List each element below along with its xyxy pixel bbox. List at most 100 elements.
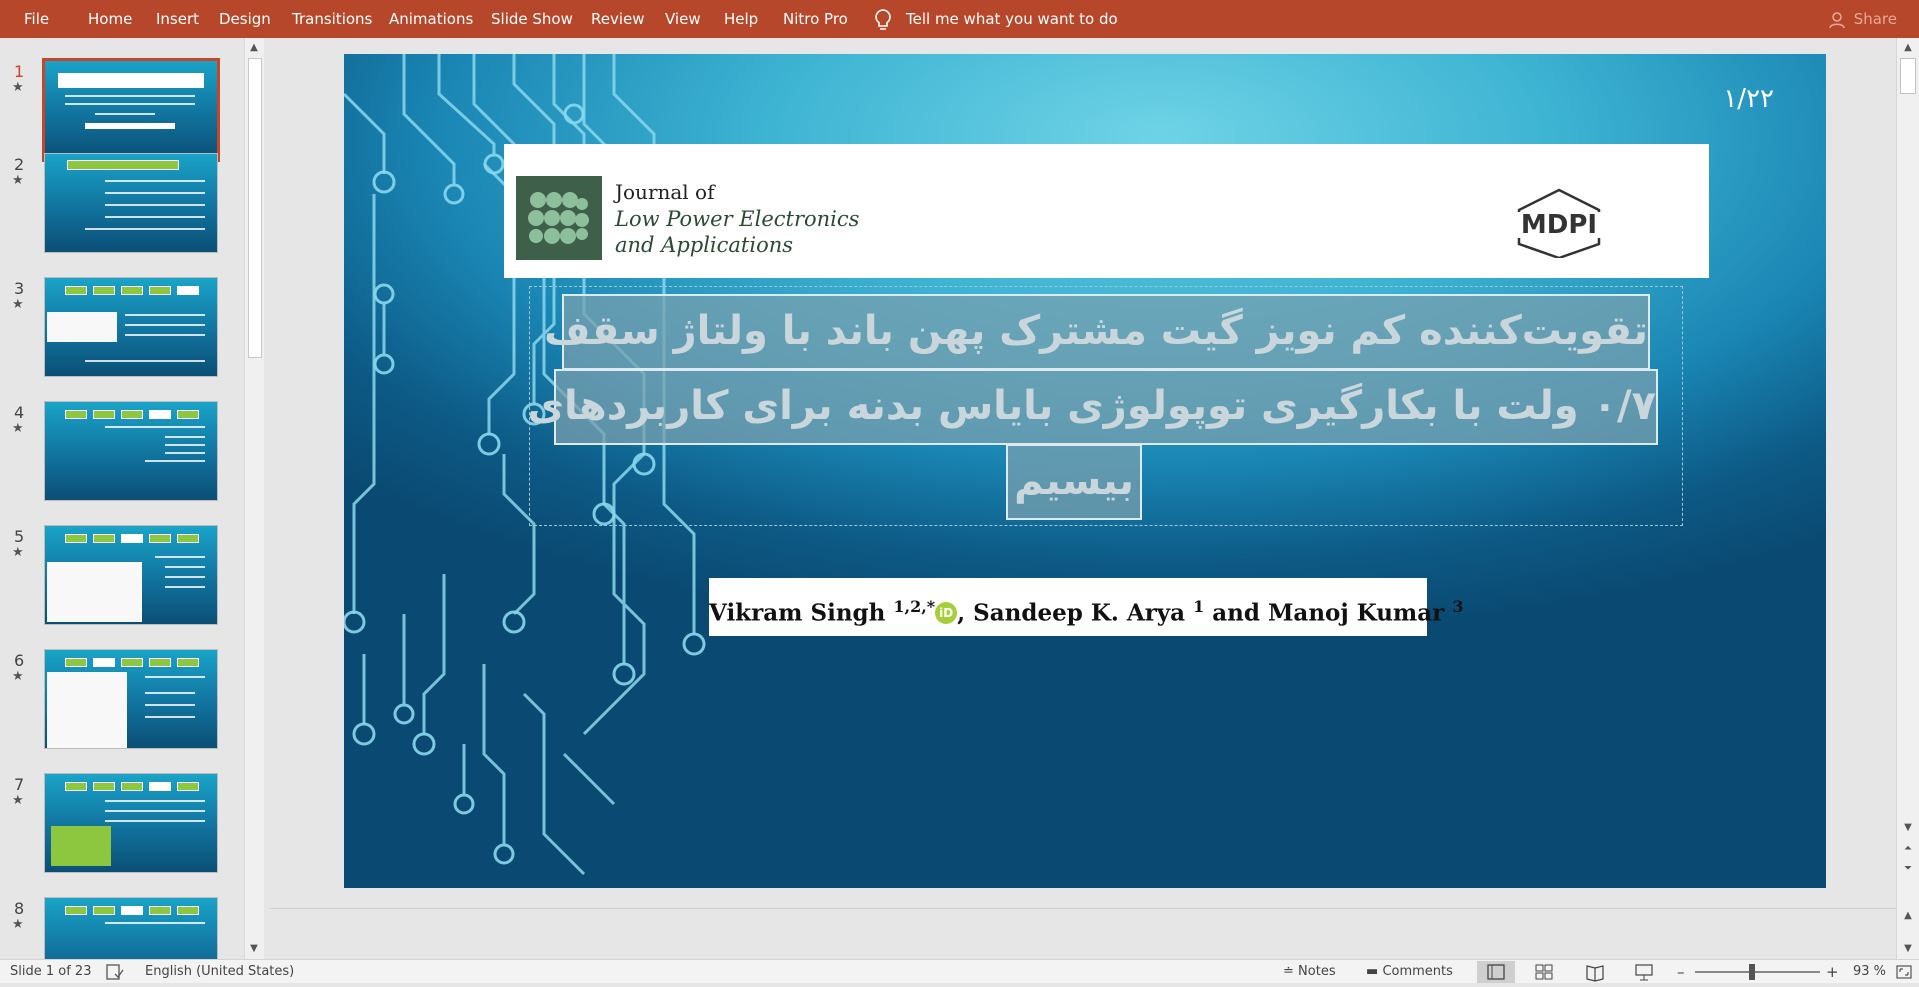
slide-thumbnail-3[interactable]: 3 ★ xyxy=(0,277,250,387)
slide-number: 7 xyxy=(14,775,25,794)
animation-star-icon: ★ xyxy=(12,669,24,684)
slide-scrollbar[interactable]: ▲ ▼ ⏶ ⏷ ▲ ▼ xyxy=(1896,38,1919,959)
scroll-down-arrow-icon[interactable]: ▼ xyxy=(245,941,263,957)
thumbnail-image xyxy=(44,525,218,625)
slide-counter: Slide 1 of 23 xyxy=(10,964,92,979)
reading-view-icon xyxy=(1586,965,1604,982)
journal-name: Low Power Electronics and Applications xyxy=(615,206,859,258)
slide-thumbnail-pane: 1 ★ 2 ★ 3 ★ 4 ★ 5 ★ 6 ★ 7 ★ 8 ★ xyxy=(0,38,268,959)
fit-to-window-icon[interactable] xyxy=(1895,964,1913,980)
title-line-3[interactable]: بیسیم xyxy=(1006,444,1142,520)
language-indicator[interactable]: English (United States) xyxy=(145,960,294,984)
author-3-affiliation: 3 xyxy=(1452,597,1464,616)
title-line-2[interactable]: ۰/۷ ولت با بکارگیری توپولوژی بایاس بدنه … xyxy=(527,369,1658,445)
ribbon-tab-bar: File Home Insert Design Transitions Anim… xyxy=(0,0,1919,38)
slide-number: 3 xyxy=(14,279,25,298)
zoom-out-button[interactable]: – xyxy=(1677,960,1685,984)
journal-banner[interactable]: Journal of Low Power Electronics and App… xyxy=(504,144,1709,278)
tab-nitro-pro[interactable]: Nitro Pro xyxy=(783,0,848,38)
journal-name-line-1: Low Power Electronics xyxy=(615,207,860,231)
zoom-slider-handle[interactable] xyxy=(1749,964,1755,980)
author-3: and Manoj Kumar xyxy=(1204,599,1445,627)
tab-home[interactable]: Home xyxy=(88,0,132,38)
tab-view[interactable]: View xyxy=(665,0,701,38)
thumbnail-image xyxy=(44,649,218,749)
slide-show-icon xyxy=(1635,964,1653,981)
slide-sorter-button[interactable] xyxy=(1525,961,1563,983)
comment-icon: ▬ xyxy=(1366,964,1379,979)
tab-slide-show[interactable]: Slide Show xyxy=(491,0,573,38)
tab-file[interactable]: File xyxy=(24,0,49,38)
slide-thumbnail-6[interactable]: 6 ★ xyxy=(0,649,250,759)
slide-number: 4 xyxy=(14,403,25,422)
animation-star-icon: ★ xyxy=(12,421,24,436)
thumbnail-image xyxy=(44,401,218,501)
share-label: Share xyxy=(1853,10,1897,28)
status-bar: Slide 1 of 23 English (United States) ≐ … xyxy=(0,959,1919,983)
animation-star-icon: ★ xyxy=(12,173,24,188)
scrollbar-thumb[interactable] xyxy=(248,58,262,358)
spell-check-icon[interactable] xyxy=(106,964,124,980)
animation-star-icon: ★ xyxy=(12,545,24,560)
animation-star-icon: ★ xyxy=(12,297,24,312)
person-icon xyxy=(1828,12,1845,29)
slide-number: 1 xyxy=(14,62,25,81)
normal-view-button[interactable] xyxy=(1477,961,1515,983)
author-2-affiliation: 1 xyxy=(1193,597,1205,616)
comments-button[interactable]: ▬ Comments xyxy=(1366,960,1453,984)
tab-insert[interactable]: Insert xyxy=(156,0,199,38)
tell-me-search[interactable]: Tell me what you want to do xyxy=(906,0,1118,38)
slide-thumbnail-2[interactable]: 2 ★ xyxy=(0,153,250,263)
tab-help[interactable]: Help xyxy=(724,0,758,38)
normal-view-icon xyxy=(1487,964,1505,980)
slide-sorter-icon xyxy=(1535,964,1553,980)
authors-line[interactable]: Vikram Singh 1,2,* iD, Sandeep K. Arya 1 … xyxy=(709,578,1463,636)
thumbnail-image xyxy=(42,58,220,162)
slide-thumbnail-7[interactable]: 7 ★ xyxy=(0,773,250,883)
zoom-slider[interactable] xyxy=(1695,971,1820,973)
scroll-up-arrow-icon[interactable]: ▲ xyxy=(245,40,263,56)
scroll-down-arrow-icon[interactable]: ▼ xyxy=(1899,820,1917,836)
animation-star-icon: ★ xyxy=(12,917,24,932)
lightbulb-icon xyxy=(875,9,891,30)
mdpi-logo: MDPI xyxy=(1512,188,1606,258)
tab-review[interactable]: Review xyxy=(591,0,645,38)
notes-pane-collapsed[interactable] xyxy=(270,908,1896,959)
tab-design[interactable]: Design xyxy=(219,0,271,38)
slide-thumbnail-4[interactable]: 4 ★ xyxy=(0,401,250,511)
scrollbar-thumb[interactable] xyxy=(1900,58,1916,94)
slide-canvas[interactable]: ۱/۲۲ Journal of Low Power Electronics an… xyxy=(344,54,1826,888)
notes-label: Notes xyxy=(1298,964,1336,979)
scroll-down-arrow-icon[interactable]: ▼ xyxy=(1899,941,1917,957)
scroll-up-arrow-icon[interactable]: ▲ xyxy=(1899,908,1917,924)
title-line-1[interactable]: تقویت‌کننده کم نویز گیت مشترک پهن باند ب… xyxy=(544,294,1650,370)
author-2: , Sandeep K. Arya xyxy=(957,599,1186,627)
previous-slide-icon[interactable]: ⏶ xyxy=(1899,841,1917,857)
journal-of-label: Journal of xyxy=(615,180,715,204)
zoom-level[interactable]: 93 % xyxy=(1853,960,1886,984)
share-button[interactable]: Share xyxy=(1828,0,1897,38)
tab-transitions[interactable]: Transitions xyxy=(292,0,372,38)
journal-logo-mark xyxy=(528,192,589,244)
journal-logo xyxy=(516,176,602,260)
scroll-up-arrow-icon[interactable]: ▲ xyxy=(1899,40,1917,56)
next-slide-icon[interactable]: ⏷ xyxy=(1899,861,1917,877)
comments-label: Comments xyxy=(1382,964,1453,979)
thumbnail-image xyxy=(44,897,218,959)
slide-thumbnail-5[interactable]: 5 ★ xyxy=(0,525,250,635)
animation-star-icon: ★ xyxy=(12,793,24,808)
thumbnail-scrollbar[interactable]: ▲ ▼ xyxy=(244,38,264,959)
tab-animations[interactable]: Animations xyxy=(389,0,473,38)
slide-thumbnail-8[interactable]: 8 ★ xyxy=(0,897,250,959)
slide-show-button[interactable] xyxy=(1625,961,1663,983)
notes-button[interactable]: ≐ Notes xyxy=(1283,960,1336,984)
thumbnail-image xyxy=(44,277,218,377)
author-1: Vikram Singh xyxy=(709,599,886,627)
animation-star-icon: ★ xyxy=(12,80,24,95)
zoom-in-button[interactable]: + xyxy=(1826,960,1839,984)
slide-page-number: ۱/۲۲ xyxy=(1723,84,1774,114)
reading-view-button[interactable] xyxy=(1576,961,1614,983)
author-1-affiliation: 1,2,* xyxy=(893,597,936,616)
slide-number: 8 xyxy=(14,899,25,918)
slide-number: 6 xyxy=(14,651,25,670)
